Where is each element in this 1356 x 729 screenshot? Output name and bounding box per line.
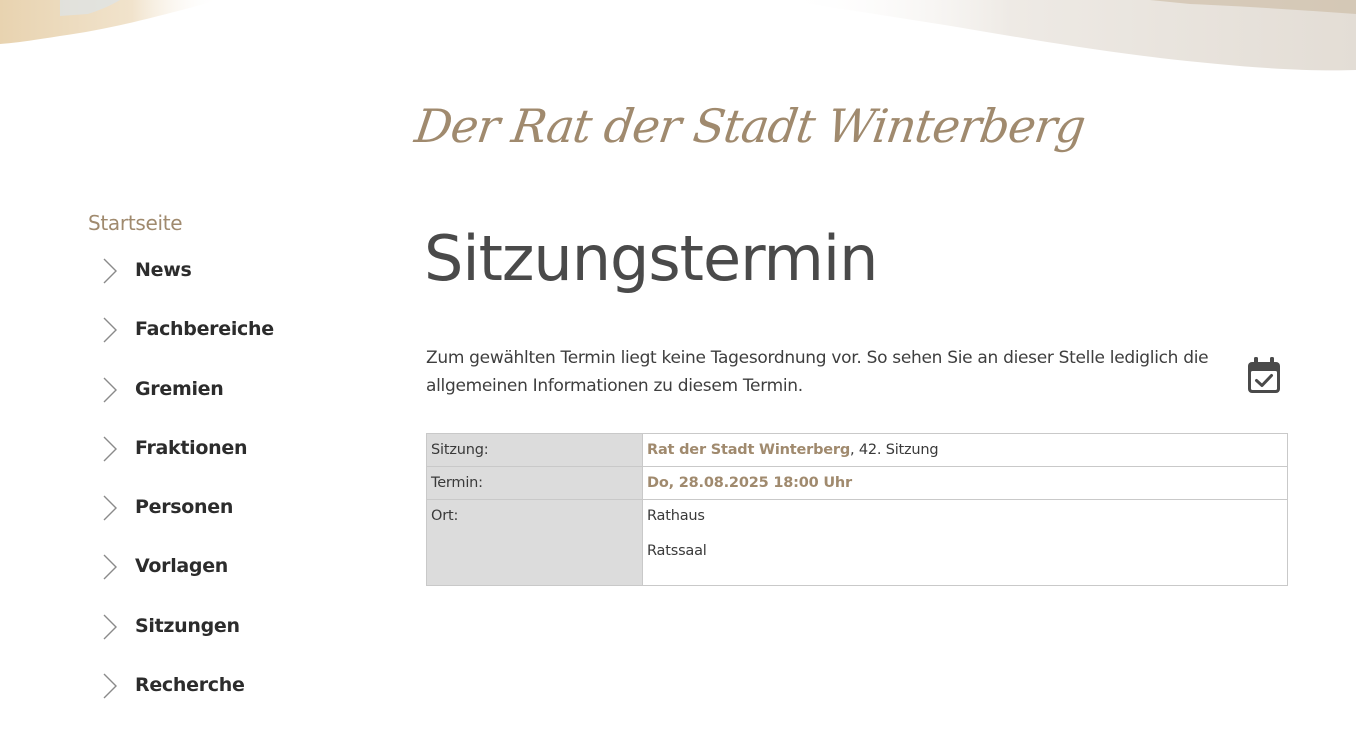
termin-value: Do, 28.08.2025 18:00 Uhr [642,466,1288,500]
table-row: Sitzung: Rat der Stadt Winterberg, 42. S… [426,433,1288,467]
chevron-right-icon [103,436,117,462]
sidebar-item-fraktionen[interactable]: Fraktionen [88,433,388,492]
sidebar-item-personen[interactable]: Personen [88,492,388,551]
header-decoration [0,0,1356,71]
termin-label: Termin: [426,466,643,500]
chevron-right-icon [103,495,117,521]
table-row: Ort: Rathaus Ratssaal [426,499,1288,586]
ort-label: Ort: [426,499,643,586]
meeting-details-table: Sitzung: Rat der Stadt Winterberg, 42. S… [426,433,1288,586]
sidebar-item-label: Fachbereiche [135,318,274,341]
sidebar-item-fachbereiche[interactable]: Fachbereiche [88,314,388,373]
sidebar-item-gremien[interactable]: Gremien [88,374,388,433]
chevron-right-icon [103,258,117,284]
chevron-right-icon [103,377,117,403]
sidebar-item-sitzungen[interactable]: Sitzungen [88,611,388,670]
sidebar-item-label: News [135,259,192,281]
ort-value: Rathaus Ratssaal [642,499,1288,586]
sitzung-label: Sitzung: [426,433,643,467]
brand-title: Der Rat der Stadt Winterberg [406,82,1088,192]
sidebar-item-label: Fraktionen [135,436,248,459]
page-title: Sitzungstermin [424,222,878,295]
chevron-right-icon [103,317,117,343]
ort-building: Rathaus [647,508,705,524]
chevron-right-icon [103,554,117,580]
brand-title-text: Der Rat der Stadt Winterberg [411,99,1089,153]
sidebar-item-label: Personen [135,496,234,519]
sidebar-item-label: Recherche [135,674,245,697]
termin-datetime: Do, 28.08.2025 18:00 Uhr [647,475,852,491]
info-text: Zum gewählten Termin liegt keine Tagesor… [426,348,1209,396]
ort-room: Ratssaal [647,543,707,559]
sidebar-item-news[interactable]: News [88,255,388,314]
calendar-check-icon[interactable] [1244,355,1284,397]
sidebar-item-label: Sitzungen [135,614,240,637]
sidebar-home-link[interactable]: Startseite [88,207,388,239]
table-row: Termin: Do, 28.08.2025 18:00 Uhr [426,466,1288,500]
sidebar-item-label: Vorlagen [135,555,229,578]
gremium-link[interactable]: Rat der Stadt Winterberg [647,442,850,458]
chevron-right-icon [103,614,117,640]
sidebar-nav: Startseite News Fachbereiche Gremien Fra… [88,207,388,729]
sidebar-item-recherche[interactable]: Recherche [88,670,388,729]
sitzung-number: , 42. Sitzung [850,442,939,458]
sidebar-item-label: Gremien [135,377,224,400]
chevron-right-icon [103,673,117,699]
sitzung-value: Rat der Stadt Winterberg, 42. Sitzung [642,433,1288,467]
nav-list: News Fachbereiche Gremien Fraktionen Per… [88,255,388,729]
sidebar-item-vorlagen[interactable]: Vorlagen [88,551,388,610]
